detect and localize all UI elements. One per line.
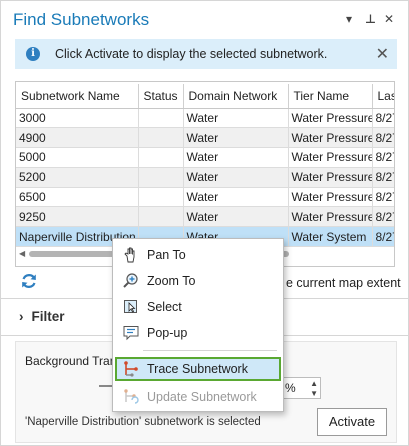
cell-domain: Water [183, 167, 289, 188]
cell-last: 8/27/ [372, 206, 394, 228]
column-header-subnetwork-name[interactable]: Subnetwork Name [16, 84, 139, 109]
menu-item-label: Update Subnetwork [147, 390, 257, 404]
popup-icon [123, 326, 139, 341]
info-close-icon[interactable]: ✕ [376, 44, 389, 64]
cell-status [138, 127, 184, 149]
cell-tier: Water System [288, 226, 373, 248]
info-bar: i Click Activate to display the selected… [15, 39, 397, 69]
cell-domain: Water [183, 147, 289, 168]
column-header-last[interactable]: Last [372, 84, 394, 109]
cell-tier: Water Pressure [288, 147, 373, 168]
cell-domain: Water [183, 206, 289, 228]
cell-tier: Water Pressure [288, 127, 373, 149]
spin-down-icon[interactable]: ▼ [310, 389, 318, 398]
select-icon [124, 300, 137, 313]
menu-item-trace-subnetwork[interactable]: Trace Subnetwork [115, 357, 281, 381]
pane-title: Find Subnetworks [13, 10, 150, 29]
table-row[interactable]: 6500 Water Water Pressure 8/27/ [16, 187, 394, 208]
pin-icon[interactable]: ⊥ [365, 12, 376, 26]
cell-last: 8/27/ [372, 147, 394, 168]
cell-status [138, 147, 184, 168]
table-row[interactable]: 5000 Water Water Pressure 8/27/ [16, 147, 394, 168]
menu-item-zoom-to[interactable]: Zoom To [115, 269, 281, 293]
menu-item-label: Pop-up [147, 326, 188, 340]
cell-name: 3000 [16, 108, 139, 129]
cell-name: 9250 [16, 206, 139, 228]
zoom-to-icon [123, 273, 138, 288]
menu-item-label: Select [147, 300, 182, 314]
percent-sign: % [285, 381, 296, 395]
cell-tier: Water Pressure [288, 108, 373, 129]
menu-item-update-subnetwork[interactable]: Update Subnetwork [115, 385, 281, 409]
table-header-row: Subnetwork Name Status Domain Network Ti… [16, 84, 394, 109]
cell-name: 5200 [16, 167, 139, 188]
column-header-domain-network[interactable]: Domain Network [183, 84, 289, 109]
pane-menu-icon[interactable]: ▾ [346, 12, 352, 26]
cell-name: 6500 [16, 187, 139, 208]
cell-status [138, 187, 184, 208]
cell-tier: Water Pressure [288, 187, 373, 208]
background-transparency-label: Background Tran [25, 354, 117, 368]
menu-item-label: Pan To [147, 248, 186, 262]
context-menu: Pan To Zoom To Select Pop-up Trace Subne… [112, 238, 284, 412]
menu-item-pan-to[interactable]: Pan To [115, 243, 281, 267]
cell-name: 5000 [16, 147, 139, 168]
pane-titlebar: Find Subnetworks ▾ ⊥ ✕ [1, 1, 408, 37]
menu-item-label: Zoom To [147, 274, 196, 288]
cell-last: 8/27/ [372, 226, 394, 248]
info-icon: i [26, 47, 40, 61]
table-row[interactable]: 9250 Water Water Pressure 8/27/ [16, 206, 394, 228]
spin-up-icon[interactable]: ▲ [310, 379, 318, 388]
cell-last: 8/27/ [372, 187, 394, 208]
column-header-status[interactable]: Status [138, 84, 184, 109]
cell-status [138, 108, 184, 129]
activate-button[interactable]: Activate [317, 408, 387, 436]
cell-domain: Water [183, 108, 289, 129]
chevron-right-icon: › [19, 309, 24, 324]
cell-status [138, 167, 184, 188]
cell-last: 8/27/ [372, 167, 394, 188]
menu-item-label: Trace Subnetwork [147, 362, 248, 376]
cell-name: 4900 [16, 127, 139, 149]
current-map-extent-label[interactable]: e current map extent [286, 276, 401, 290]
column-header-tier-name[interactable]: Tier Name [288, 84, 373, 109]
scroll-left-icon[interactable]: ◀ [19, 249, 25, 258]
trace-subnetwork-icon [124, 361, 138, 377]
cell-tier: Water Pressure [288, 167, 373, 188]
menu-item-popup[interactable]: Pop-up [115, 321, 281, 345]
filter-section-header[interactable]: › Filter [19, 309, 65, 324]
menu-separator [143, 350, 277, 351]
cell-status [138, 206, 184, 228]
update-subnetwork-icon [124, 389, 139, 404]
cell-tier: Water Pressure [288, 206, 373, 228]
table-row[interactable]: 4900 Water Water Pressure 8/27/ [16, 127, 394, 149]
cell-domain: Water [183, 127, 289, 149]
table-row[interactable]: 5200 Water Water Pressure 8/27/ [16, 167, 394, 188]
pan-to-icon [124, 247, 135, 263]
transparency-percent-input[interactable]: % ▲ ▼ [281, 377, 321, 399]
table-row[interactable]: 3000 Water Water Pressure 8/27/ [16, 108, 394, 129]
cell-domain: Water [183, 187, 289, 208]
cell-last: 8/27/ [372, 127, 394, 149]
pane-close-icon[interactable]: ✕ [384, 12, 394, 26]
menu-item-select[interactable]: Select [115, 295, 281, 319]
filter-label: Filter [31, 309, 65, 324]
selection-status-text: 'Naperville Distribution' subnetwork is … [25, 416, 261, 428]
refresh-icon[interactable] [19, 271, 39, 291]
info-message: Click Activate to display the selected s… [55, 47, 328, 61]
cell-last: 8/27/ [372, 108, 394, 129]
